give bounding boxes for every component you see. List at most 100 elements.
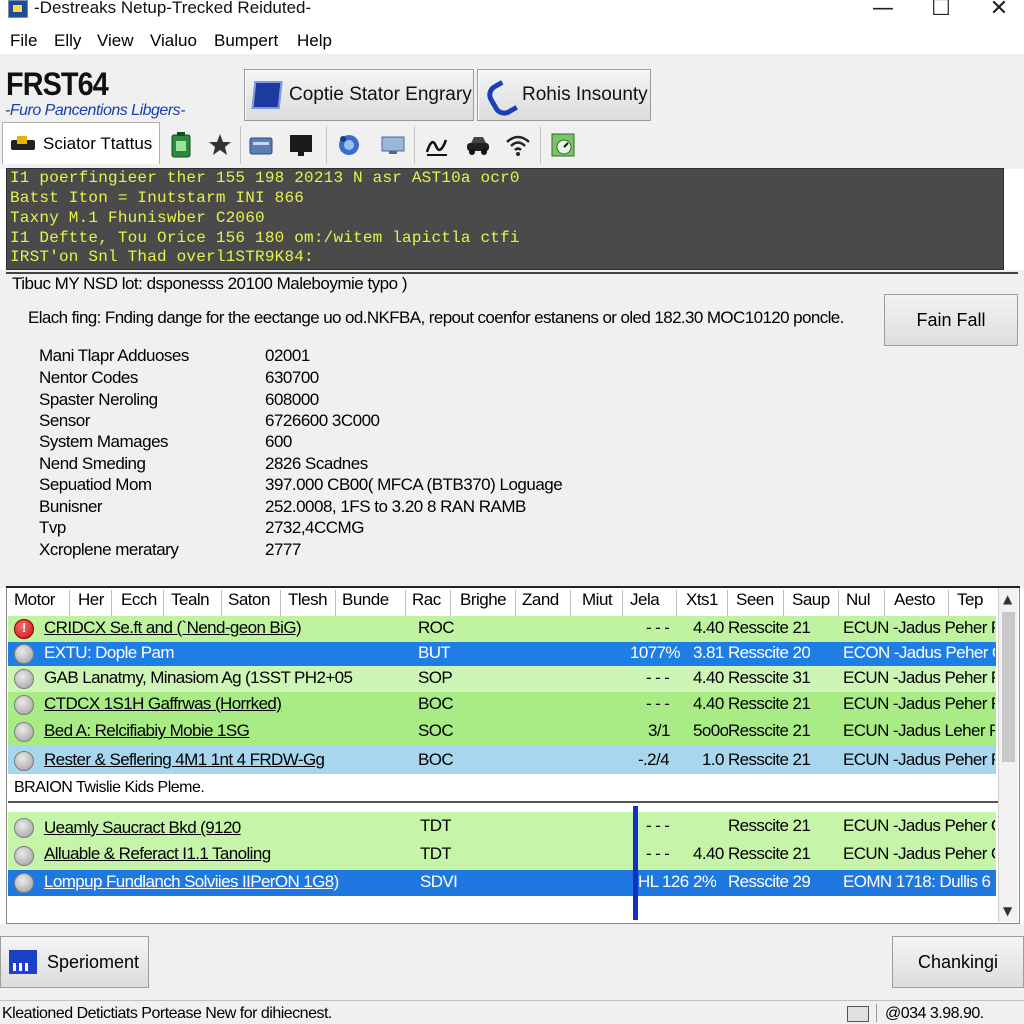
row-status-icon xyxy=(14,669,34,689)
row-name: EXTU: Dople Pam xyxy=(44,643,174,662)
column-header[interactable]: Tep xyxy=(957,590,983,610)
column-separator xyxy=(515,590,516,616)
scroll-thumb[interactable] xyxy=(1002,612,1015,762)
menu-view[interactable]: View xyxy=(97,31,134,51)
table-row[interactable]: Lompup Fundlanch Solviies IIPerON 1G8) S… xyxy=(8,870,996,896)
star-icon[interactable] xyxy=(207,132,233,158)
terminal-icon[interactable] xyxy=(288,132,314,158)
property-value: 6726600 3C000 xyxy=(265,411,380,430)
menu-file[interactable]: File xyxy=(10,31,37,51)
row-result: Resscite 31 xyxy=(728,668,811,687)
row-size: 4.40 xyxy=(693,618,724,637)
chanking-button[interactable]: Chankingi xyxy=(892,936,1024,988)
menu-elly[interactable]: Elly xyxy=(54,31,81,51)
terminal-line: Taxny M.1 Fhuniswber C2060 xyxy=(10,209,265,227)
column-header[interactable]: Xts1 xyxy=(686,590,719,610)
column-header[interactable]: Saup xyxy=(792,590,830,610)
car-icon[interactable] xyxy=(465,132,491,158)
table-row[interactable]: CRIDCX Se.ft and (`Nend-geon BiG) ROC - … xyxy=(8,616,996,642)
table-row[interactable]: Ueamly Saucract Bkd (9120 TDT - - - Ress… xyxy=(8,812,996,842)
keyboard-icon[interactable] xyxy=(847,1006,869,1022)
property-label: Nend Smeding xyxy=(39,454,146,473)
close-button[interactable]: ✕ xyxy=(976,0,1022,21)
table-row[interactable]: Rester & Seflering 4M1 1nt 4 FRDW-Gg BOC… xyxy=(8,746,996,774)
row-name: GAB Lanatmy, Minasiom Ag (1SST PH2+05 xyxy=(44,668,353,687)
table-row[interactable]: Alluable & Referact I1.1 Tanoling TDT - … xyxy=(8,842,996,870)
drive-icon[interactable] xyxy=(248,132,274,158)
property-label: Sepuatiod Mom xyxy=(39,475,152,494)
tab-status[interactable]: Sciator Ttattus xyxy=(2,122,160,164)
sperioment-button[interactable]: Sperioment xyxy=(0,936,149,988)
column-header[interactable]: Miut xyxy=(582,590,613,610)
row-value: 3/1 xyxy=(648,721,670,740)
vertical-scrollbar[interactable]: ▲ ▼ xyxy=(998,588,1018,922)
row-value: - - - xyxy=(646,844,670,863)
row-owner: ECUN -Jadus Peher C xyxy=(843,816,995,835)
column-separator xyxy=(884,590,885,616)
column-header[interactable]: Tlesh xyxy=(288,590,328,610)
property-value: 630700 xyxy=(265,368,319,387)
terminal-line: I1 Deftte, Tou Orice 156 180 om:/witem l… xyxy=(10,229,520,247)
brand-name: FRST64 xyxy=(6,66,109,102)
phone-button[interactable]: Rohis Insounty xyxy=(477,69,651,121)
column-header[interactable]: Aesto xyxy=(894,590,935,610)
column-header[interactable]: Saton xyxy=(228,590,270,610)
status-bar: Kleationed Detictiats Portease New for d… xyxy=(0,1000,1024,1024)
row-code: SOP xyxy=(418,668,453,687)
column-header[interactable]: Brighe xyxy=(460,590,507,610)
terminal-line: IRST'on Snl Thad overl1STR9K84: xyxy=(10,248,314,266)
row-value: -.2/4 xyxy=(638,750,670,769)
property-value: 2826 Scadnes xyxy=(265,454,368,473)
row-size: 4.40 xyxy=(693,844,724,863)
row-result: Resscite 21 xyxy=(728,816,811,835)
property-value: 02001 xyxy=(265,346,310,365)
wifi-icon[interactable] xyxy=(505,132,531,158)
column-header[interactable]: Jela xyxy=(630,590,660,610)
column-separator xyxy=(405,590,406,616)
property-value: 608000 xyxy=(265,390,319,409)
battery-icon[interactable] xyxy=(168,132,194,158)
column-header[interactable]: Rac xyxy=(412,590,441,610)
table-row[interactable]: EXTU: Dople Pam BUT 1077% 3.81 Resscite … xyxy=(8,642,996,666)
column-header[interactable]: Motor xyxy=(14,590,55,610)
signature-icon[interactable] xyxy=(424,132,450,158)
row-owner: ECUN -Jadus Peher P xyxy=(843,750,995,769)
table-row[interactable]: CTDCX 1S1H Gaffrwas (Horrked) BOC - - - … xyxy=(8,692,996,718)
maximize-button[interactable]: ☐ xyxy=(918,0,964,21)
table-row[interactable]: GAB Lanatmy, Minasiom Ag (1SST PH2+05 SO… xyxy=(8,666,996,692)
fail-button[interactable]: Fain Fall xyxy=(884,294,1018,346)
menu-vialuo[interactable]: Vialuo xyxy=(150,31,197,51)
row-name: Bed A: Relcifiabiy Mobie 1SG xyxy=(44,721,250,740)
network-icon[interactable] xyxy=(336,132,362,158)
scroll-down-icon[interactable]: ▼ xyxy=(1003,904,1012,918)
property-value: 600 xyxy=(265,432,292,451)
row-code: SDVI xyxy=(420,872,458,891)
menu-bumpert[interactable]: Bumpert xyxy=(214,31,278,51)
column-header[interactable]: Her xyxy=(78,590,104,610)
menu-help[interactable]: Help xyxy=(297,31,332,51)
column-header[interactable]: Zand xyxy=(522,590,559,610)
column-header[interactable]: Ecch xyxy=(121,590,157,610)
menu-bar: File Elly View Vialuo Bumpert Help xyxy=(0,28,1024,52)
row-owner: ECUN -Jadus Peher C xyxy=(843,844,995,863)
property-label: Mani Tlapr Adduoses xyxy=(39,346,189,365)
row-code: BUT xyxy=(418,643,451,662)
row-status-icon xyxy=(14,846,34,866)
app-icon xyxy=(8,0,28,18)
column-separator xyxy=(622,590,623,616)
column-header[interactable]: Tealn xyxy=(171,590,210,610)
column-separator xyxy=(783,590,784,616)
phone-icon xyxy=(486,81,514,109)
scroll-up-icon[interactable]: ▲ xyxy=(1003,592,1012,606)
table-row[interactable]: Bed A: Relcifiabiy Mobie 1SG SOC 3/1 5o0… xyxy=(8,718,996,746)
car-icon xyxy=(11,135,37,152)
column-header[interactable]: Nul xyxy=(846,590,871,610)
minimize-button[interactable]: — xyxy=(860,0,906,21)
column-header[interactable]: Bunde xyxy=(342,590,389,610)
row-status-icon xyxy=(14,751,34,771)
monitor-icon[interactable] xyxy=(380,132,406,158)
column-header[interactable]: Seen xyxy=(736,590,774,610)
gauge-icon[interactable] xyxy=(550,132,576,158)
row-value: - - - xyxy=(646,668,670,687)
encrypt-button[interactable]: Coptie Stator Engrary xyxy=(244,69,474,121)
